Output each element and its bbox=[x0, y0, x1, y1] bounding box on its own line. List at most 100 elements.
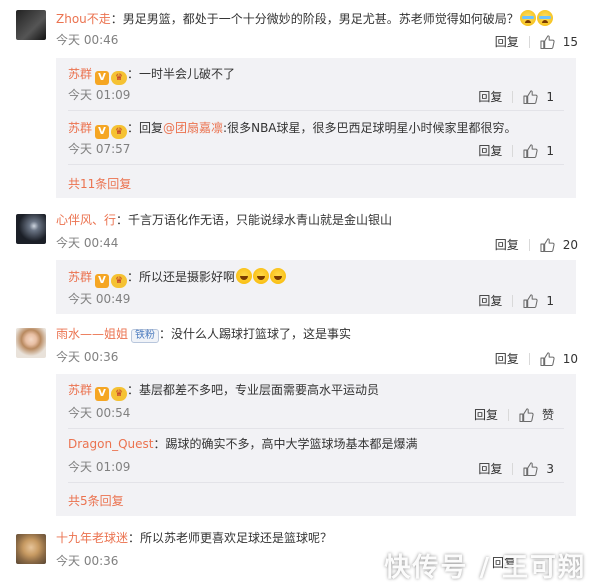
comment-text: 十九年老球迷：所以苏老师更喜欢足球还是篮球呢？ bbox=[56, 530, 332, 546]
reply-button[interactable]: 回复 bbox=[478, 460, 502, 477]
comment-username[interactable]: Zhou不走 bbox=[56, 12, 111, 26]
sub-reply: 苏群 V ♛ ：基层都差不多吧，专业层面需要高水平运动员 今天 00:54 回复 赞 bbox=[68, 382, 564, 424]
sub-reply-body: ：一时半会儿破不了 bbox=[127, 67, 236, 81]
like-button[interactable]: 1 bbox=[523, 90, 554, 104]
mention-link[interactable]: @团扇嘉凛 bbox=[163, 121, 223, 135]
sub-reply-box: 苏群 V ♛ ：所以还是摄影好啊 今天 00:49 回复 1 bbox=[56, 260, 576, 314]
like-button[interactable]: 1 bbox=[523, 294, 554, 308]
sub-reply: 苏群 V ♛ ：所以还是摄影好啊 今天 00:49 回复 1 bbox=[68, 268, 564, 310]
sub-reply-username[interactable]: 苏群 bbox=[68, 67, 92, 81]
sub-reply-username[interactable]: 苏群 bbox=[68, 270, 92, 284]
crown-badge-icon: ♛ bbox=[111, 71, 128, 85]
sub-reply-actions: 回复 1 bbox=[478, 88, 554, 105]
sub-reply-username[interactable]: 苏群 bbox=[68, 383, 92, 397]
like-button[interactable]: 赞 bbox=[519, 406, 554, 423]
reply-button[interactable]: 回复 bbox=[478, 292, 502, 309]
laugh-emoji-icon bbox=[270, 268, 287, 284]
avatar[interactable] bbox=[16, 534, 46, 564]
divider bbox=[68, 428, 564, 429]
like-count: 赞 bbox=[541, 408, 554, 422]
comment-body: ：千言万语化作无语，只能说绿水青山就是金山银山 bbox=[116, 213, 393, 227]
like-button[interactable]: 1 bbox=[523, 144, 554, 158]
comment-text: Zhou不走：男足男篮，都处于一个十分微妙的阶段，男足尤甚。苏老师觉得如何破局？ bbox=[56, 10, 553, 27]
sub-reply-time: 今天 00:54 bbox=[68, 406, 131, 420]
thumbs-up-icon bbox=[519, 408, 534, 422]
thumbs-up-icon bbox=[523, 294, 538, 308]
avatar[interactable] bbox=[16, 214, 46, 244]
comment-time: 今天 00:36 bbox=[56, 350, 119, 364]
like-button[interactable]: 20 bbox=[540, 238, 578, 252]
comment-text: 心伴风、行：千言万语化作无语，只能说绿水青山就是金山银山 bbox=[56, 212, 392, 228]
avatar[interactable] bbox=[16, 328, 46, 358]
sub-reply-time: 今天 00:49 bbox=[68, 292, 131, 306]
sub-reply-body: ：踢球的确实不多，高中大学篮球场基本都是爆满 bbox=[153, 437, 418, 451]
thumbs-up-icon bbox=[540, 352, 555, 366]
comment-item: 心伴风、行：千言万语化作无语，只能说绿水青山就是金山银山 今天 00:44 回复… bbox=[0, 204, 596, 320]
like-count: 3 bbox=[546, 461, 554, 476]
more-replies-link[interactable]: 共11条回复 bbox=[68, 175, 131, 192]
divider bbox=[68, 482, 564, 483]
comment-time: 今天 00:44 bbox=[56, 236, 119, 250]
like-count: 1 bbox=[546, 143, 554, 158]
comment-username[interactable]: 雨水——姐姐 bbox=[56, 327, 128, 341]
comment-actions: 回复 10 bbox=[495, 350, 578, 367]
sub-reply-actions: 回复 3 bbox=[478, 460, 554, 477]
sub-reply-body: ：基层都差不多吧，专业层面需要高水平运动员 bbox=[127, 383, 380, 397]
sub-reply-text: 苏群 V ♛ ：一时半会儿破不了 bbox=[68, 66, 235, 85]
comment-actions: 回复 20 bbox=[495, 236, 578, 253]
like-count: 10 bbox=[562, 351, 578, 366]
comment-time: 今天 00:46 bbox=[56, 33, 119, 47]
sub-reply-prefix: ：回复 bbox=[127, 121, 164, 135]
like-button[interactable]: 3 bbox=[523, 462, 554, 476]
thumbs-up-icon bbox=[523, 462, 538, 476]
cry-laugh-emoji-icon bbox=[519, 10, 536, 26]
laugh-emoji-icon bbox=[236, 268, 253, 284]
verified-badge-icon: V bbox=[95, 387, 110, 401]
sub-reply-time: 今天 01:09 bbox=[68, 460, 131, 474]
comment-username[interactable]: 十九年老球迷 bbox=[56, 531, 128, 545]
divider bbox=[68, 164, 564, 165]
sub-reply-text: 苏群 V ♛ ：基层都差不多吧，专业层面需要高水平运动员 bbox=[68, 382, 379, 401]
sub-reply-time: 今天 07:57 bbox=[68, 142, 131, 156]
sub-reply-actions: 回复 赞 bbox=[474, 406, 554, 423]
thumbs-up-icon bbox=[540, 238, 555, 252]
comment-text: 雨水——姐姐 铁粉 ：没什么人踢球打篮球了，这是事实 bbox=[56, 326, 351, 343]
verified-badge-icon: V bbox=[95, 125, 110, 139]
reply-button[interactable]: 回复 bbox=[474, 406, 498, 423]
reply-button[interactable]: 回复 bbox=[495, 350, 519, 367]
comment-item: Zhou不走：男足男篮，都处于一个十分微妙的阶段，男足尤甚。苏老师觉得如何破局？… bbox=[0, 0, 596, 202]
sub-reply: Dragon_Quest：踢球的确实不多，高中大学篮球场基本都是爆满 今天 01… bbox=[68, 436, 564, 478]
divider bbox=[512, 90, 514, 103]
more-replies-link[interactable]: 共5条回复 bbox=[68, 492, 124, 509]
thumbs-up-icon bbox=[523, 90, 538, 104]
reply-button[interactable]: 回复 bbox=[495, 33, 519, 50]
sub-reply-text: 苏群 V ♛ ：回复@团扇嘉凛:很多NBA球星，很多巴西足球明星小时候家里都很穷。 bbox=[68, 120, 517, 139]
sub-reply-actions: 回复 1 bbox=[478, 142, 554, 159]
thumbs-up-icon bbox=[523, 144, 538, 158]
comment-body: ：所以苏老师更喜欢足球还是篮球呢？ bbox=[128, 531, 333, 545]
sub-reply-username[interactable]: Dragon_Quest bbox=[68, 437, 153, 451]
verified-badge-icon: V bbox=[95, 274, 110, 288]
divider bbox=[528, 35, 530, 48]
like-count: 1 bbox=[546, 89, 554, 104]
comment-username[interactable]: 心伴风、行 bbox=[56, 213, 116, 227]
crown-badge-icon: ♛ bbox=[111, 125, 128, 139]
divider bbox=[68, 110, 564, 111]
reply-button[interactable]: 回复 bbox=[478, 88, 502, 105]
divider bbox=[512, 144, 514, 157]
reply-button[interactable]: 回复 bbox=[495, 236, 519, 253]
like-button[interactable]: 10 bbox=[540, 352, 578, 366]
watermark-text: 快传号 / 王可翔 bbox=[384, 553, 586, 583]
like-button[interactable]: 15 bbox=[540, 35, 578, 49]
sub-reply-box: 苏群 V ♛ ：一时半会儿破不了 今天 01:09 回复 1 苏群 V ♛ ：回复@团扇嘉凛… bbox=[56, 58, 576, 198]
sub-reply-time: 今天 01:09 bbox=[68, 88, 131, 102]
reply-button[interactable]: 回复 bbox=[478, 142, 502, 159]
sub-reply-actions: 回复 1 bbox=[478, 292, 554, 309]
verified-badge-icon: V bbox=[95, 71, 110, 85]
divider bbox=[528, 238, 530, 251]
avatar[interactable] bbox=[16, 10, 46, 40]
comment-item: 雨水——姐姐 铁粉 ：没什么人踢球打篮球了，这是事实 今天 00:36 回复 10 … bbox=[0, 322, 596, 518]
sub-reply-username[interactable]: 苏群 bbox=[68, 121, 92, 135]
sub-reply-text: Dragon_Quest：踢球的确实不多，高中大学篮球场基本都是爆满 bbox=[68, 436, 418, 452]
divider bbox=[512, 462, 514, 475]
